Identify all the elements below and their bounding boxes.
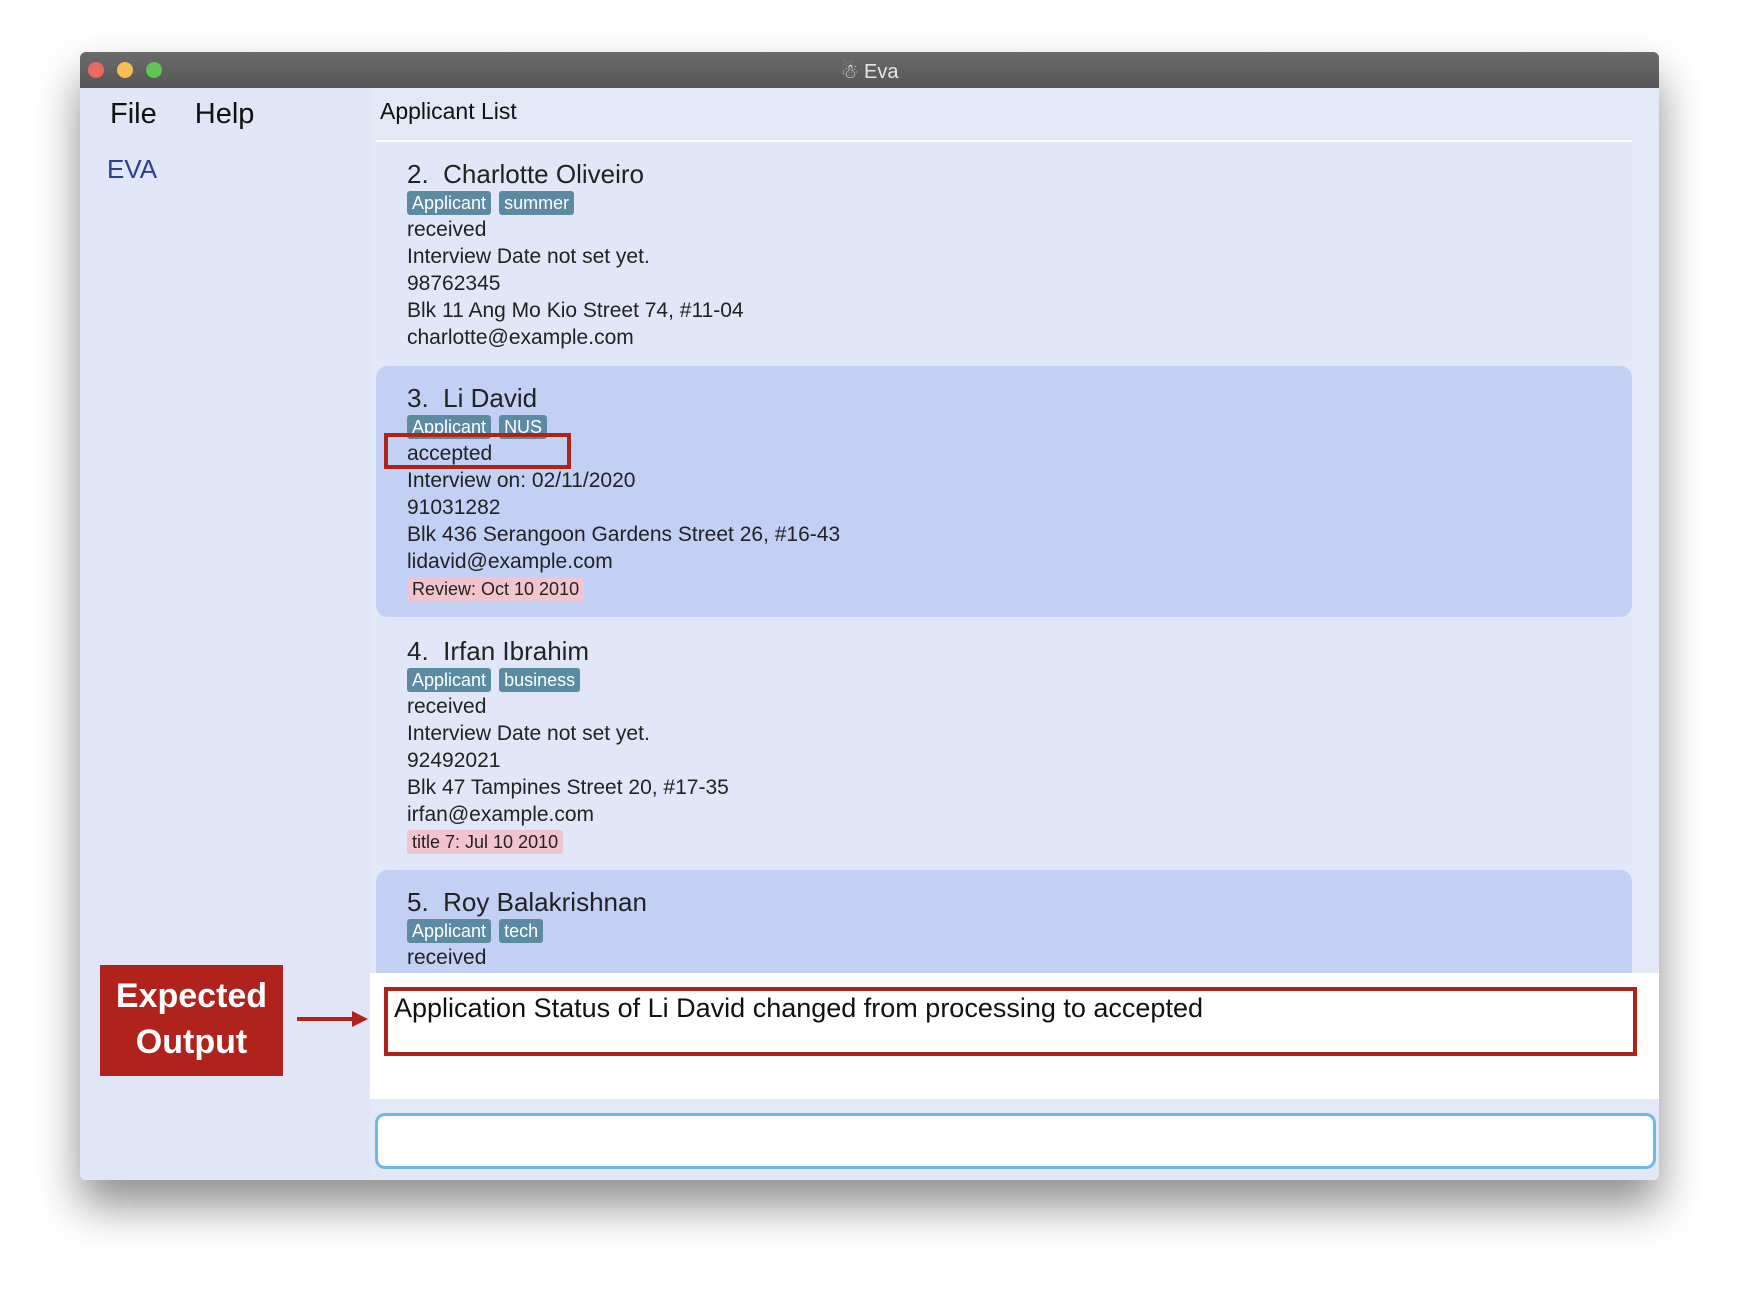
tag-badge: business [499,668,581,692]
applicant-name-text: Irfan Ibrahim [443,636,590,666]
window-title-text: Eva [864,61,899,83]
applicant-card[interactable]: 3. Li David Applicant NUS accepted Interview… [376,366,1632,617]
applicant-name-text: Li David [443,383,538,413]
list-header: Applicant List [380,98,517,124]
applicant-email: charlotte@example.com [407,326,634,349]
applicant-name-text: Roy Balakrishnan [443,887,647,917]
menu-file[interactable]: File [110,98,157,130]
tag-badge: Applicant [407,668,492,692]
tag-list: Applicant business [407,666,1632,693]
remark-row: title 7: Jul 10 2010 [407,828,1632,855]
applicant-name: 4. Irfan Ibrahim [407,635,1632,667]
applicant-card[interactable]: 2. Charlotte Oliveiro Applicant summer rece… [376,142,1632,364]
applicant-index: 5. [407,887,429,917]
remark-badge: Review: Oct 10 2010 [407,577,585,601]
highlight-status-box [384,433,571,469]
applicant-address: Blk 11 Ang Mo Kio Street 74, #11-04 [407,299,744,322]
applicant-status: accepted [407,442,493,465]
remark-badge: title 7: Jul 10 2010 [407,830,564,854]
applicant-status: received [407,946,487,969]
applicant-interview: Interview Date not set yet. [407,722,650,745]
tag-badge: Applicant [407,191,492,215]
label-line-1: Expected [115,977,268,1015]
applicant-address: Blk 47 Tampines Street 20, #17-35 [407,776,729,799]
expected-output-label: Expected Output [100,965,283,1076]
highlight-result-box [384,987,1637,1056]
tag-list: Applicant NUS [407,413,1632,440]
applicant-interview: Interview Date not set yet. [407,245,650,268]
arrowhead-icon [352,1011,368,1027]
applicant-name-text: Charlotte Oliveiro [443,159,644,189]
sidebar-brand[interactable]: EVA [107,154,157,185]
applicant-email: irfan@example.com [407,803,595,826]
applicant-card[interactable]: 5. Roy Balakrishnan Applicant tech received [376,870,1632,973]
remark-row: Review: Oct 10 2010 [407,575,1632,602]
tag-list: Applicant tech [407,917,1632,944]
tag-badge: Applicant [407,919,492,943]
applicant-index: 3. [407,383,429,413]
arrow-icon [297,1017,355,1021]
menu-bar: File Help [110,98,284,131]
applicant-address: Blk 436 Serangoon Gardens Street 26, #16… [407,523,841,546]
applicant-phone: 98762345 [407,272,501,295]
menu-help[interactable]: Help [195,98,255,130]
tag-badge: summer [499,191,575,215]
applicant-phone: 91031282 [407,496,501,519]
applicant-name: 2. Charlotte Oliveiro [407,158,1632,190]
applicant-index: 4. [407,636,429,666]
applicant-card[interactable]: 4. Irfan Ibrahim Applicant business receive… [376,619,1632,868]
applicant-name: 3. Li David [407,382,1632,414]
applicant-status: received [407,218,487,241]
tag-list: Applicant summer [407,189,1632,216]
applicant-list[interactable]: 2. Charlotte Oliveiro Applicant summer rece… [376,140,1632,973]
app-icon: ☃ [840,61,865,83]
label-line-2: Output [135,1023,248,1061]
window-title: ☃ Eva [80,59,1659,84]
applicant-email: lidavid@example.com [407,550,613,573]
applicant-status: received [407,695,487,718]
applicant-name: 5. Roy Balakrishnan [407,886,1632,918]
applicant-index: 2. [407,159,429,189]
applicant-phone: 92492021 [407,749,501,772]
title-bar: ☃ Eva [80,52,1659,88]
tag-badge: tech [499,919,544,943]
command-input[interactable] [375,1113,1656,1169]
applicant-interview: Interview on: 02/11/2020 [407,469,636,492]
